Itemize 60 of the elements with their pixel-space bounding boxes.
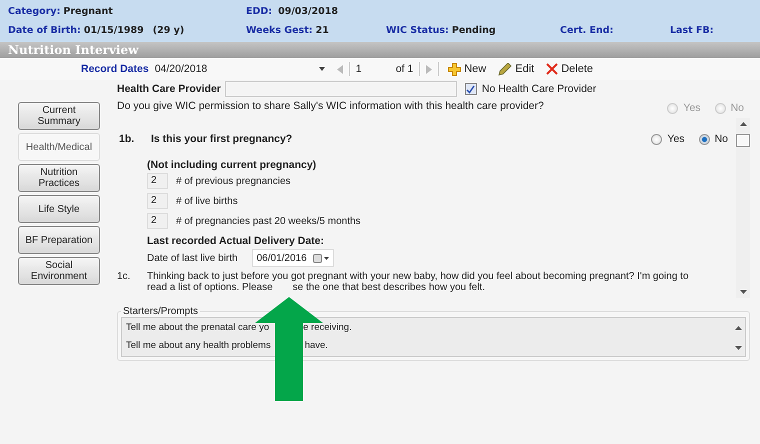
pencil-icon [498, 62, 512, 76]
close-icon [546, 63, 558, 75]
section-tab[interactable]: BF Preparation [18, 226, 100, 254]
delete-button[interactable]: Delete [543, 63, 596, 75]
last-fb-label: Last FB: [670, 25, 714, 36]
prompt-text: e receiving. [303, 322, 352, 335]
count-label: # of previous pregnancies [176, 176, 291, 186]
prompt-text: have. [304, 340, 328, 353]
prompt-text: Tell me about any health problems [126, 340, 271, 353]
scroll-up-icon[interactable] [734, 326, 742, 330]
cert-end-label: Cert. End: [560, 25, 614, 36]
question-number: 1c. [117, 272, 132, 284]
provider-label: Health Care Provider [117, 83, 221, 95]
scroll-down-icon[interactable] [734, 346, 742, 350]
date-label: Date of last live birth [147, 252, 238, 264]
record-date-dropdown[interactable]: 04/20/2018 [154, 63, 325, 75]
section-tab[interactable]: Health/Medical [18, 133, 100, 161]
record-dates-label: Record Dates [81, 63, 149, 75]
question-text: Is this your first pregnancy? [151, 133, 294, 145]
prompt-text: Tell me about the prenatal care yo [126, 322, 270, 335]
count-field[interactable]: 2 [147, 173, 168, 189]
count-label: # of pregnancies past 20 weeks/5 months [176, 216, 361, 226]
count-field[interactable]: 2 [147, 193, 168, 209]
page-number-field[interactable]: 1 [356, 63, 390, 75]
scroll-up-icon[interactable] [740, 122, 746, 126]
edd-text: EDD: 09/03/2018 [246, 6, 338, 17]
count-field[interactable]: 2 [147, 213, 168, 229]
dropdown-caret-icon [318, 67, 325, 71]
calendar-icon [312, 254, 329, 262]
scroll-down-icon[interactable] [740, 290, 746, 294]
permission-question: Do you give WIC permission to share Sally's WIC information with this health care provider? [117, 100, 544, 112]
provider-field[interactable] [224, 81, 457, 97]
scrollbar[interactable] [736, 118, 750, 298]
date-field[interactable]: 06/01/2016 [252, 249, 334, 267]
subheading: Last recorded Actual Delivery Date: [147, 235, 326, 247]
no-provider-checkbox[interactable]: No Health Care Provider [464, 83, 596, 95]
radio-option[interactable]: Yes [651, 133, 685, 145]
edit-button[interactable]: Edit [495, 62, 538, 76]
section-tab[interactable]: Nutrition Practices [18, 164, 100, 192]
weeks-gest-text: Weeks Gest: 21 [246, 25, 329, 36]
question-number: 1b. [119, 133, 136, 145]
page-count-text: of 1 [396, 63, 414, 75]
section-title: Nutrition Interview [8, 43, 138, 57]
count-label: # of live births [176, 196, 238, 206]
section-tab[interactable]: Current Summary [18, 102, 100, 130]
section-tab[interactable]: Social Environment [18, 257, 100, 285]
scroll-thumb[interactable] [736, 134, 750, 147]
radio-option[interactable]: No [698, 133, 728, 145]
prompts-title: Starters/Prompts [122, 306, 200, 317]
question-text: se the one that best describes how you felt. [292, 283, 485, 294]
category-text: Category: Pregnant [8, 6, 113, 17]
wic-status-text: WIC Status: Pending [386, 25, 496, 36]
subheading: (Not including current pregnancy) [147, 159, 318, 171]
new-button[interactable]: New [445, 62, 490, 76]
plus-icon [448, 62, 462, 76]
dob-text: Date of Birth: 01/15/1989 (29 y) [8, 25, 184, 36]
section-tab[interactable]: Life Style [18, 195, 100, 223]
question-text: read a list of options. Please [147, 283, 273, 294]
checkbox[interactable] [464, 83, 477, 95]
question-text: Thinking back to just before you got pregnant with your new baby, how did you feel about becoming pregnant? I'm going to [147, 272, 689, 282]
